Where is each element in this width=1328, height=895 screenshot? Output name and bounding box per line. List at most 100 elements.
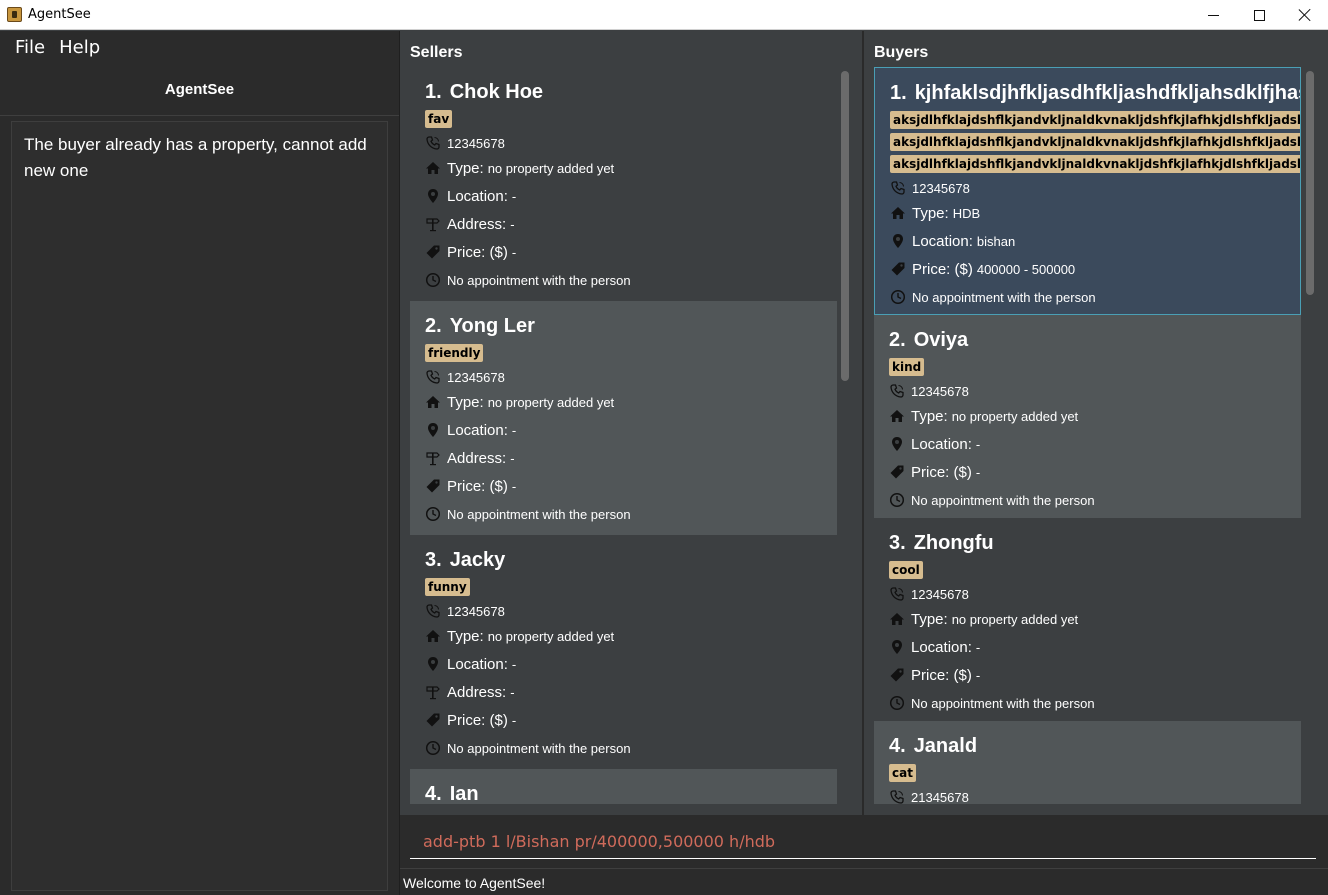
status-bar: Welcome to AgentSee! bbox=[400, 868, 1328, 895]
divider bbox=[0, 115, 399, 116]
appointment-row: No appointment with the person bbox=[425, 734, 822, 762]
menu-help[interactable]: Help bbox=[53, 31, 108, 65]
tag-badge: cat bbox=[889, 764, 916, 782]
command-area bbox=[400, 815, 1328, 868]
location-row: Location: bishan bbox=[890, 227, 1285, 255]
location-pin-icon bbox=[425, 188, 441, 204]
price-label: Price: ($) bbox=[911, 463, 972, 481]
minimize-icon bbox=[1207, 14, 1219, 16]
minimize-button[interactable] bbox=[1190, 0, 1236, 30]
clock-icon bbox=[425, 272, 441, 288]
buyers-title: Buyers bbox=[874, 44, 929, 61]
card-index: 4. bbox=[425, 782, 442, 805]
location-row: Location: - bbox=[889, 430, 1286, 458]
type-value: HDB bbox=[952, 205, 981, 221]
address-label: Address: bbox=[447, 449, 507, 467]
price-label: Price: ($) bbox=[912, 260, 973, 278]
seller-card[interactable]: 3. Jacky funny 12345678 Type: no property add… bbox=[410, 535, 837, 769]
price-tag-icon bbox=[889, 667, 905, 683]
appointment-row: No appointment with the person bbox=[890, 283, 1285, 311]
status-text: Welcome to AgentSee! bbox=[403, 875, 546, 891]
card-index: 2. bbox=[425, 314, 442, 337]
price-tag-icon bbox=[425, 244, 441, 260]
location-value: - bbox=[511, 656, 517, 672]
appointment-value: No appointment with the person bbox=[447, 272, 631, 288]
phone-row: 12345678 bbox=[425, 366, 822, 388]
price-row: Price: ($) - bbox=[889, 661, 1286, 689]
appointment-value: No appointment with the person bbox=[447, 506, 631, 522]
buyers-panel: Buyers 1. kjhfaklsdjhfkljasdhfkljashdfklj… bbox=[864, 31, 1328, 815]
phone-row: 12345678 bbox=[890, 177, 1285, 199]
home-icon bbox=[890, 205, 906, 221]
location-row: Location: - bbox=[425, 416, 822, 444]
price-row: Price: ($) - bbox=[425, 706, 822, 734]
tag-badge: cool bbox=[889, 561, 923, 579]
location-row: Location: - bbox=[425, 650, 822, 678]
sellers-title: Sellers bbox=[410, 44, 463, 61]
close-icon bbox=[1298, 8, 1312, 22]
appointment-value: No appointment with the person bbox=[912, 289, 1096, 305]
phone-icon bbox=[890, 180, 906, 196]
window-titlebar: AgentSee bbox=[0, 0, 1328, 30]
close-button[interactable] bbox=[1282, 0, 1328, 30]
card-title: 3. Zhongfu bbox=[889, 528, 1286, 558]
type-value: no property added yet bbox=[487, 160, 615, 176]
person-name: Ian bbox=[449, 782, 479, 805]
window-title: AgentSee bbox=[28, 7, 91, 22]
card-index: 2. bbox=[889, 328, 906, 351]
buyer-card[interactable]: 4. Janald cat 21345678 bbox=[874, 721, 1301, 804]
type-row: Type: no property added yet bbox=[889, 402, 1286, 430]
card-index: 3. bbox=[425, 548, 442, 571]
seller-card[interactable]: 2. Yong Ler friendly 12345678 Type: no proper… bbox=[410, 301, 837, 535]
person-name: Jacky bbox=[449, 548, 506, 571]
seller-card[interactable]: 1. Chok Hoe fav 12345678 Type: no property ad… bbox=[410, 67, 837, 301]
menu-file[interactable]: File bbox=[0, 31, 53, 65]
address-row: Address: - bbox=[425, 444, 822, 472]
buyer-card[interactable]: 2. Oviya kind 12345678 Type: no property adde… bbox=[874, 315, 1301, 518]
buyers-scrollbar[interactable] bbox=[1306, 71, 1314, 295]
tag-list: cat bbox=[889, 764, 1286, 786]
price-tag-icon bbox=[890, 261, 906, 277]
clock-icon bbox=[889, 492, 905, 508]
card-title: 4. Janald bbox=[889, 731, 1286, 761]
location-value: - bbox=[975, 639, 981, 655]
seller-card[interactable]: 4. Ian bbox=[410, 769, 837, 804]
app-logo-icon bbox=[7, 7, 22, 22]
location-pin-icon bbox=[889, 436, 905, 452]
tag-list: kind bbox=[889, 358, 1286, 380]
command-input[interactable] bbox=[410, 825, 1316, 859]
left-pane: File Help AgentSee The buyer already has… bbox=[0, 31, 399, 895]
type-label: Type: bbox=[911, 610, 948, 628]
phone-icon bbox=[889, 789, 905, 804]
result-display[interactable]: The buyer already has a property, cannot… bbox=[11, 121, 388, 891]
buyers-list[interactable]: 1. kjhfaklsdjhfkljasdhfkljashdfkljahsdklf… bbox=[874, 67, 1301, 804]
type-value: no property added yet bbox=[951, 611, 1079, 627]
appointment-row: No appointment with the person bbox=[425, 500, 822, 528]
appointment-row: No appointment with the person bbox=[425, 266, 822, 294]
buyer-card[interactable]: 3. Zhongfu cool 12345678 Type: no property ad… bbox=[874, 518, 1301, 721]
location-label: Location: bbox=[447, 655, 508, 673]
type-label: Type: bbox=[447, 393, 484, 411]
appointment-row: No appointment with the person bbox=[889, 486, 1286, 514]
clock-icon bbox=[889, 695, 905, 711]
card-index: 1. bbox=[890, 81, 907, 104]
appointment-value: No appointment with the person bbox=[911, 695, 1095, 711]
sellers-list[interactable]: 1. Chok Hoe fav 12345678 Type: no property ad… bbox=[410, 67, 837, 804]
tag-list: friendly bbox=[425, 344, 822, 366]
location-row: Location: - bbox=[889, 633, 1286, 661]
maximize-button[interactable] bbox=[1236, 0, 1282, 30]
clock-icon bbox=[425, 740, 441, 756]
card-index: 3. bbox=[889, 531, 906, 554]
buyer-card[interactable]: 1. kjhfaklsdjhfkljasdhfkljashdfkljahsdklf… bbox=[874, 67, 1301, 315]
price-label: Price: ($) bbox=[447, 477, 508, 495]
signpost-icon bbox=[425, 684, 441, 700]
location-value: - bbox=[511, 422, 517, 438]
person-name: Chok Hoe bbox=[449, 80, 544, 103]
sellers-scrollbar[interactable] bbox=[841, 71, 849, 381]
phone-icon bbox=[889, 586, 905, 602]
signpost-icon bbox=[425, 216, 441, 232]
person-name: Janald bbox=[913, 734, 978, 757]
location-value: - bbox=[511, 188, 517, 204]
price-tag-icon bbox=[425, 712, 441, 728]
type-value: no property added yet bbox=[951, 408, 1079, 424]
